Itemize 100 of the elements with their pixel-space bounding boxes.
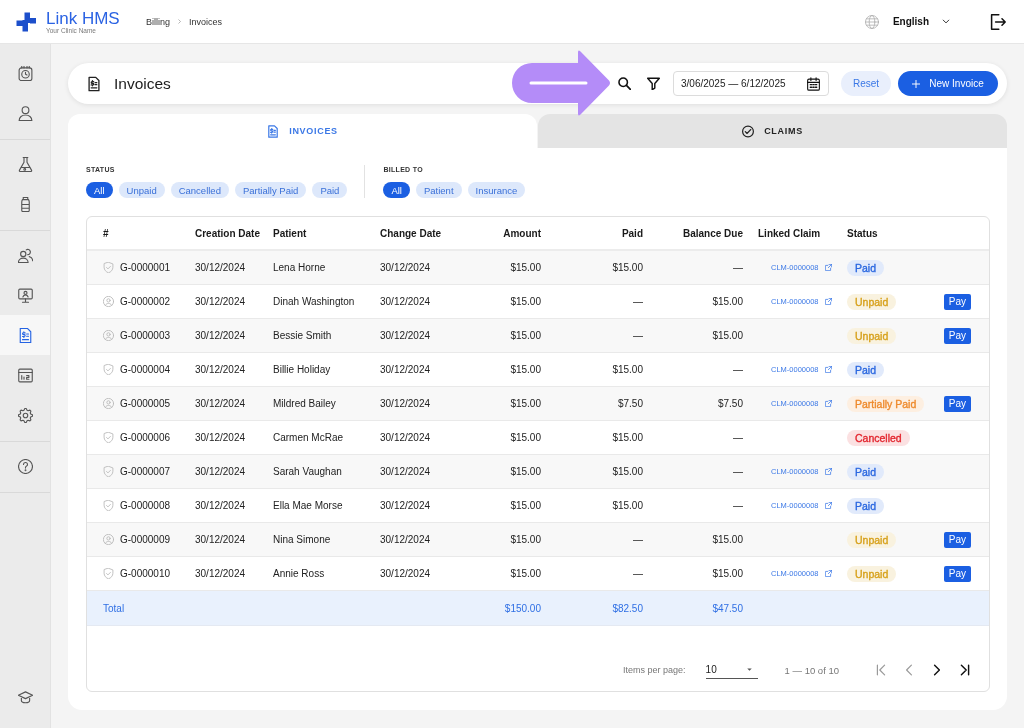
search-icon[interactable] <box>618 77 631 90</box>
table-cell: 30/12/2024 <box>380 398 431 409</box>
external-link-icon[interactable] <box>824 468 832 475</box>
table-cell: $15.00 <box>510 500 541 511</box>
table-cell: $15.00 <box>712 568 743 579</box>
chevron-right-icon <box>177 18 182 25</box>
table-cell: $15.00 <box>712 534 743 545</box>
tab[interactable]: INVOICES <box>68 114 537 148</box>
table-cell: 30/12/2024 <box>195 398 246 409</box>
table-cell: Lena Horne <box>273 262 326 273</box>
reset-button[interactable]: Reset <box>841 71 891 96</box>
table-cell: 30/12/2024 <box>195 500 246 511</box>
external-link-icon[interactable] <box>824 298 832 305</box>
table-cell: G-0000009 <box>120 534 171 545</box>
table-cell: 30/12/2024 <box>380 330 431 341</box>
column-header: Patient <box>273 227 307 239</box>
table-cell: — <box>733 466 743 477</box>
external-link-icon[interactable] <box>824 400 832 407</box>
table-cell: Carmen McRae <box>273 432 344 443</box>
table-cell: — <box>733 432 743 443</box>
filter-chip[interactable]: Cancelled <box>170 182 229 198</box>
breadcrumb-link[interactable]: Invoices <box>189 16 223 27</box>
pay-button[interactable]: Pay <box>943 293 971 310</box>
table-cell: — <box>633 534 643 545</box>
table-cell: Dinah Washington <box>273 296 355 307</box>
filter-chip[interactable]: Paid <box>312 182 348 198</box>
table-cell: 30/12/2024 <box>195 262 246 273</box>
external-link-icon[interactable] <box>824 570 832 577</box>
table-cell: $15.00 <box>510 262 541 273</box>
invoice-icon <box>267 124 280 138</box>
monitor-person-icon <box>17 287 33 303</box>
filter-chip[interactable]: All <box>383 182 410 198</box>
flask-icon <box>17 156 33 172</box>
table-cell: $7.50 <box>617 398 643 409</box>
chevron-down-icon <box>941 18 951 25</box>
breadcrumb-link[interactable]: Billing <box>146 16 170 27</box>
status-badge: Paid <box>847 259 884 276</box>
table-cell: — <box>633 296 643 307</box>
table-cell: $15.00 <box>510 432 541 443</box>
date-range-field[interactable]: 3/06/2025 — 6/12/2025 <box>673 71 829 96</box>
table-cell: $15.00 <box>510 330 541 341</box>
pay-button[interactable]: Pay <box>943 395 971 412</box>
table-cell: $15.00 <box>510 466 541 477</box>
table-cell: $15.00 <box>712 296 743 307</box>
graduation-cap-icon <box>17 689 33 705</box>
calendar-clock-icon <box>17 65 33 81</box>
tab[interactable]: CLAIMS <box>538 114 1007 148</box>
external-link-icon[interactable] <box>824 502 832 509</box>
table-cell: G-0000008 <box>120 500 171 511</box>
external-link-icon[interactable] <box>824 366 832 373</box>
filter-chip[interactable]: Insurance <box>467 182 526 198</box>
table-cell: 30/12/2024 <box>195 568 246 579</box>
table-cell: Billie Holiday <box>273 364 331 375</box>
calendar-icon[interactable] <box>807 76 820 91</box>
table-cell: Sarah Vaughan <box>273 466 342 477</box>
total-cell: $47.50 <box>712 602 743 614</box>
sidebar-item[interactable] <box>0 315 50 355</box>
column-header: Linked Claim <box>758 227 821 239</box>
pay-button[interactable]: Pay <box>943 327 971 344</box>
table-cell: 30/12/2024 <box>380 568 431 579</box>
table-cell: 30/12/2024 <box>380 466 431 477</box>
filter-chip[interactable]: Patient <box>415 182 462 198</box>
pay-button[interactable]: Pay <box>943 565 971 582</box>
table-cell: 30/12/2024 <box>380 500 431 511</box>
table-cell: G-0000005 <box>120 398 171 409</box>
status-badge: Paid <box>847 497 884 514</box>
check-circle-icon <box>742 124 755 138</box>
table-cell: 30/12/2024 <box>195 364 246 375</box>
table-cell: 30/12/2024 <box>195 296 246 307</box>
filter-chip[interactable]: Partially Paid <box>234 182 307 198</box>
page-range: 1 — 10 of 10 <box>784 664 839 676</box>
filter-chip[interactable]: Unpaid <box>118 182 165 198</box>
table-cell: Annie Ross <box>273 568 325 579</box>
table-cell: $15.00 <box>612 432 643 443</box>
logout-icon[interactable] <box>990 13 1006 30</box>
column-header: Status <box>847 227 878 239</box>
column-header: Creation Date <box>195 227 260 239</box>
table-cell: 30/12/2024 <box>195 534 246 545</box>
status-badge: Partially Paid <box>847 395 925 412</box>
new-invoice-button[interactable]: New Invoice <box>898 71 998 96</box>
table-cell: $7.50 <box>717 398 743 409</box>
table-cell: G-0000007 <box>120 466 171 477</box>
language-select[interactable]: English <box>892 16 951 27</box>
filter-chip[interactable]: All <box>86 182 113 198</box>
external-link-icon[interactable] <box>824 264 832 271</box>
table-cell: $15.00 <box>612 466 643 477</box>
last-page-icon[interactable] <box>959 664 971 676</box>
column-header: Balance Due <box>682 227 743 239</box>
page-title: Invoices <box>114 74 171 93</box>
next-page-icon[interactable] <box>931 664 943 676</box>
settings-icon <box>17 407 33 423</box>
pay-button[interactable]: Pay <box>943 531 971 548</box>
table-cell: 30/12/2024 <box>380 296 431 307</box>
table-cell: $15.00 <box>612 262 643 273</box>
person-icon <box>17 105 33 121</box>
page-size-select[interactable]: 10 <box>705 661 758 679</box>
filter-icon[interactable] <box>647 77 660 90</box>
status-badge: Unpaid <box>847 565 897 582</box>
table-cell: — <box>633 568 643 579</box>
table-cell: 30/12/2024 <box>380 432 431 443</box>
